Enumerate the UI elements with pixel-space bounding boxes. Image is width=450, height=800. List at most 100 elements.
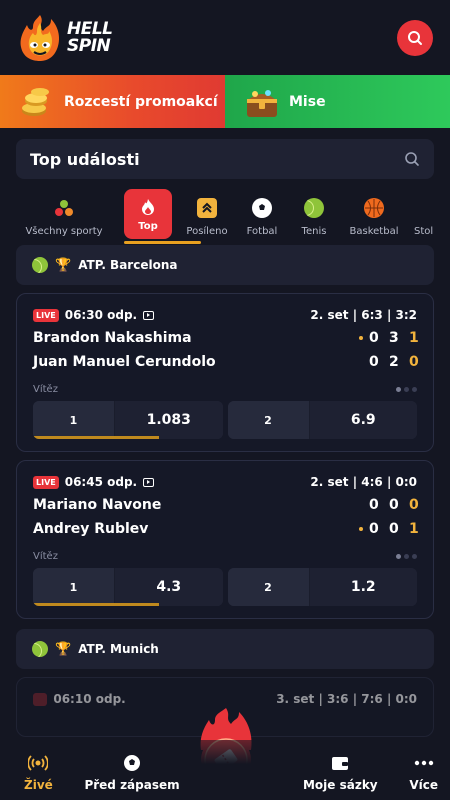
score-cell: 3 [389,330,399,346]
header: HELL SPIN [0,0,450,75]
match-card[interactable]: LIVE 06:30 odp. 2. set | 6:3 | 3:2 Brand… [16,293,434,452]
league-header[interactable]: 🏆 ATP. Barcelona [16,245,434,285]
coins-icon [18,83,56,121]
odd-label: 2 [227,401,310,439]
more-dots-icon [414,754,434,772]
tennis-icon [32,641,48,657]
live-badge [33,692,48,706]
top-events-bar: Top události [16,139,434,179]
sport-tabs: Všechny sporty Top Posíleno Fotbal Tenis… [0,189,450,245]
football-icon [252,198,272,218]
logo-line1: HELL [67,18,113,39]
market-label: Vítěz [33,384,58,395]
match-card[interactable]: LIVE 06:45 odp. 2. set | 4:6 | 0:0 Maria… [16,460,434,619]
basketball-icon [364,198,384,218]
search-button[interactable] [397,19,433,56]
wallet-icon [330,754,350,772]
tab-tennis[interactable]: Tenis [294,189,334,245]
player-1-name: Mariano Navone [33,497,162,513]
all-sports-icon [54,198,74,218]
trophy-icon: 🏆 [55,641,72,657]
nav-my-bets[interactable]: Moje sázky [303,754,378,792]
player-2-name: Andrey Rublev [33,521,149,537]
promo-banner: Rozcestí promoakcí Mise [0,75,450,128]
boost-icon [197,198,217,218]
bottom-nav: Živé Před zápasem Moje sázky Více [0,740,450,800]
missions-label: Mise [289,93,326,110]
odd-button-1[interactable]: 1 4.3 [33,568,223,606]
odds-trend-bar [33,603,159,606]
missions-button[interactable]: Mise [225,75,450,128]
score-cell: 2 [389,354,399,370]
league-header[interactable]: 🏆 ATP. Munich [16,629,434,669]
search-icon[interactable] [404,151,420,167]
score-cell: 0 [409,354,419,370]
live-stream-icon[interactable] [143,477,155,487]
player-1-scores: 0 3 1 [359,330,419,346]
serve-indicator-icon [359,527,363,531]
tab-football[interactable]: Fotbal [242,189,282,245]
tennis-icon [304,198,324,218]
live-badge: LIVE [33,308,59,322]
tab-label: Basketbal [349,226,399,237]
odd-button-2[interactable]: 2 1.2 [227,568,417,606]
top-events-title: Top události [30,149,140,169]
score-cell: 0 [369,354,379,370]
league-name: ATP. Barcelona [78,258,178,272]
odds-trend-bar [33,436,159,439]
tab-table-tennis[interactable]: Stol [414,189,444,245]
live-badge: LIVE [33,475,59,489]
match-time: 06:10 odp. [53,692,126,706]
tab-label: Stol [414,226,434,237]
match-status: 3. set | 3:6 | 7:6 | 0:0 [276,692,417,706]
hellspin-logo[interactable]: HELL SPIN [17,13,113,63]
trophy-icon: 🏆 [55,257,72,273]
tab-label: Fotbal [246,226,278,237]
odd-label: 2 [227,568,310,606]
tab-top[interactable]: Top [124,189,172,239]
nav-more[interactable]: Více [409,754,438,792]
market-pager[interactable] [396,387,417,392]
match-time: 06:30 odp. [64,308,138,322]
logo-line2: SPIN [67,35,111,56]
player-1-scores: 0 0 0 [369,497,419,513]
tab-label: Posíleno [186,226,228,237]
match-time: 06:45 odp. [64,475,138,489]
nav-label: Více [409,778,438,792]
odd-button-2[interactable]: 1 2 6.9 [227,401,417,439]
score-cell: 0 [389,497,399,513]
promo-hub-label: Rozcestí promoakcí [64,93,218,110]
flame-icon [138,197,158,217]
odd-value: 6.9 [309,401,417,439]
flame-mascot-icon [17,13,63,63]
league-name: ATP. Munich [78,642,159,656]
match-status: 2. set | 6:3 | 3:2 [310,308,417,322]
tab-basketball[interactable]: Basketbal [346,189,402,245]
match-status: 2. set | 4:6 | 0:0 [310,475,417,489]
active-tab-indicator [124,241,201,244]
score-cell: 0 [369,497,379,513]
football-icon [122,754,142,772]
serve-indicator-icon [359,336,363,340]
odd-value: 1.083 [115,401,223,439]
player-2-scores: 0 0 1 [359,521,419,537]
nav-label: Živé [24,778,53,792]
score-cell: 1 [409,330,419,346]
odd-button-1[interactable]: 1 1.083 [33,401,223,439]
market-label: Vítěz [33,551,58,562]
tennis-icon [32,257,48,273]
nav-prematch[interactable]: Před zápasem [84,754,180,792]
nav-label: Před zápasem [84,778,180,792]
live-stream-icon[interactable] [143,310,155,320]
tab-boosted[interactable]: Posíleno [184,189,230,245]
treasure-chest-icon [243,83,281,121]
tab-all-sports[interactable]: Všechny sporty [16,189,112,245]
score-cell: 0 [369,521,379,537]
nav-live[interactable]: Živé [24,754,53,792]
tab-label: Top [138,220,158,232]
market-pager[interactable] [396,554,417,559]
search-icon [408,30,422,45]
tab-label: Tenis [301,226,327,237]
promo-hub-button[interactable]: Rozcestí promoakcí [0,75,225,128]
odd-value: 4.3 [115,568,223,606]
